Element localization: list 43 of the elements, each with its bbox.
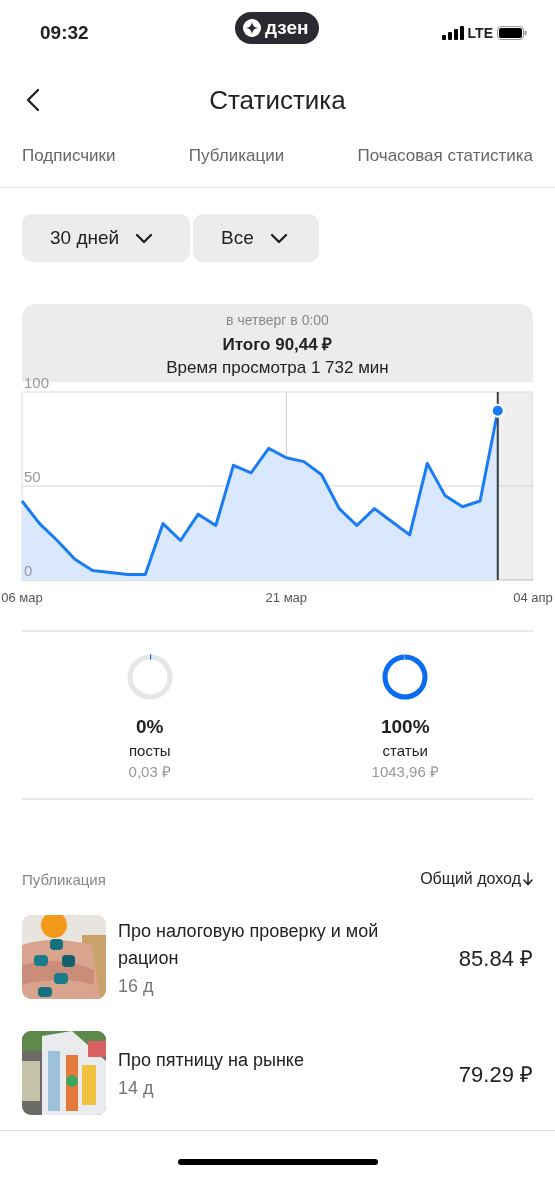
percent-value: 100% (380, 716, 430, 738)
revenue-value: 85.84 ₽ (458, 945, 533, 972)
back-icon (26, 88, 40, 112)
publication-age: 16 д (118, 975, 155, 997)
filter-dropdown[interactable]: 30 дней (22, 214, 190, 262)
column-header: Публикация (22, 870, 106, 888)
sparkle-icon (243, 19, 261, 37)
y-axis-label: 100 (24, 374, 50, 391)
chart-point (490, 403, 505, 418)
x-axis-label: 21 мар (265, 590, 308, 605)
status-time: 09:32 (40, 22, 89, 44)
x-axis-label: 06 мар (1, 590, 43, 605)
tooltip-date: в четверг в 0:00 (226, 312, 329, 328)
amount-value: 0,03 ₽ (128, 762, 171, 781)
battery-icon (497, 26, 527, 40)
back-button[interactable] (24, 86, 42, 114)
publication-age: 14 д (118, 1078, 155, 1099)
chevron-down-icon (269, 232, 288, 244)
percent-value: 0% (136, 716, 164, 738)
donut-gauge (382, 654, 429, 700)
network-label: LTE (467, 25, 493, 41)
app-badge: дзен (235, 12, 319, 44)
y-axis-label: 0 (24, 562, 33, 579)
arrow-down-icon (523, 872, 533, 886)
category-label: статьи (382, 742, 428, 759)
tab[interactable]: Подписчики (22, 140, 116, 172)
tab[interactable]: Почасовая статистика (357, 140, 533, 172)
publication-title[interactable]: Про пятницу на рынке (118, 1047, 438, 1074)
page-title: Статистика (209, 84, 346, 116)
category-label: посты (128, 742, 171, 759)
sort-button[interactable]: Общий доход (420, 870, 533, 888)
filter-dropdown[interactable]: Все (193, 214, 319, 262)
tooltip-total: Итого 90,44 ₽ (222, 334, 333, 355)
x-axis-label: 04 апр (513, 590, 553, 605)
y-axis-label: 50 (24, 468, 41, 485)
tab[interactable]: Публикации (188, 140, 285, 172)
tooltip-watch-time: Время просмотра 1 732 мин (166, 358, 389, 378)
revenue-value: 79.29 ₽ (458, 1061, 533, 1088)
signal-icon (441, 26, 464, 40)
publication-title[interactable]: Про налоговую проверку и мой рацион (118, 917, 438, 972)
chevron-down-icon (135, 232, 154, 244)
amount-value: 1043,96 ₽ (371, 762, 439, 781)
donut-gauge (126, 654, 173, 700)
